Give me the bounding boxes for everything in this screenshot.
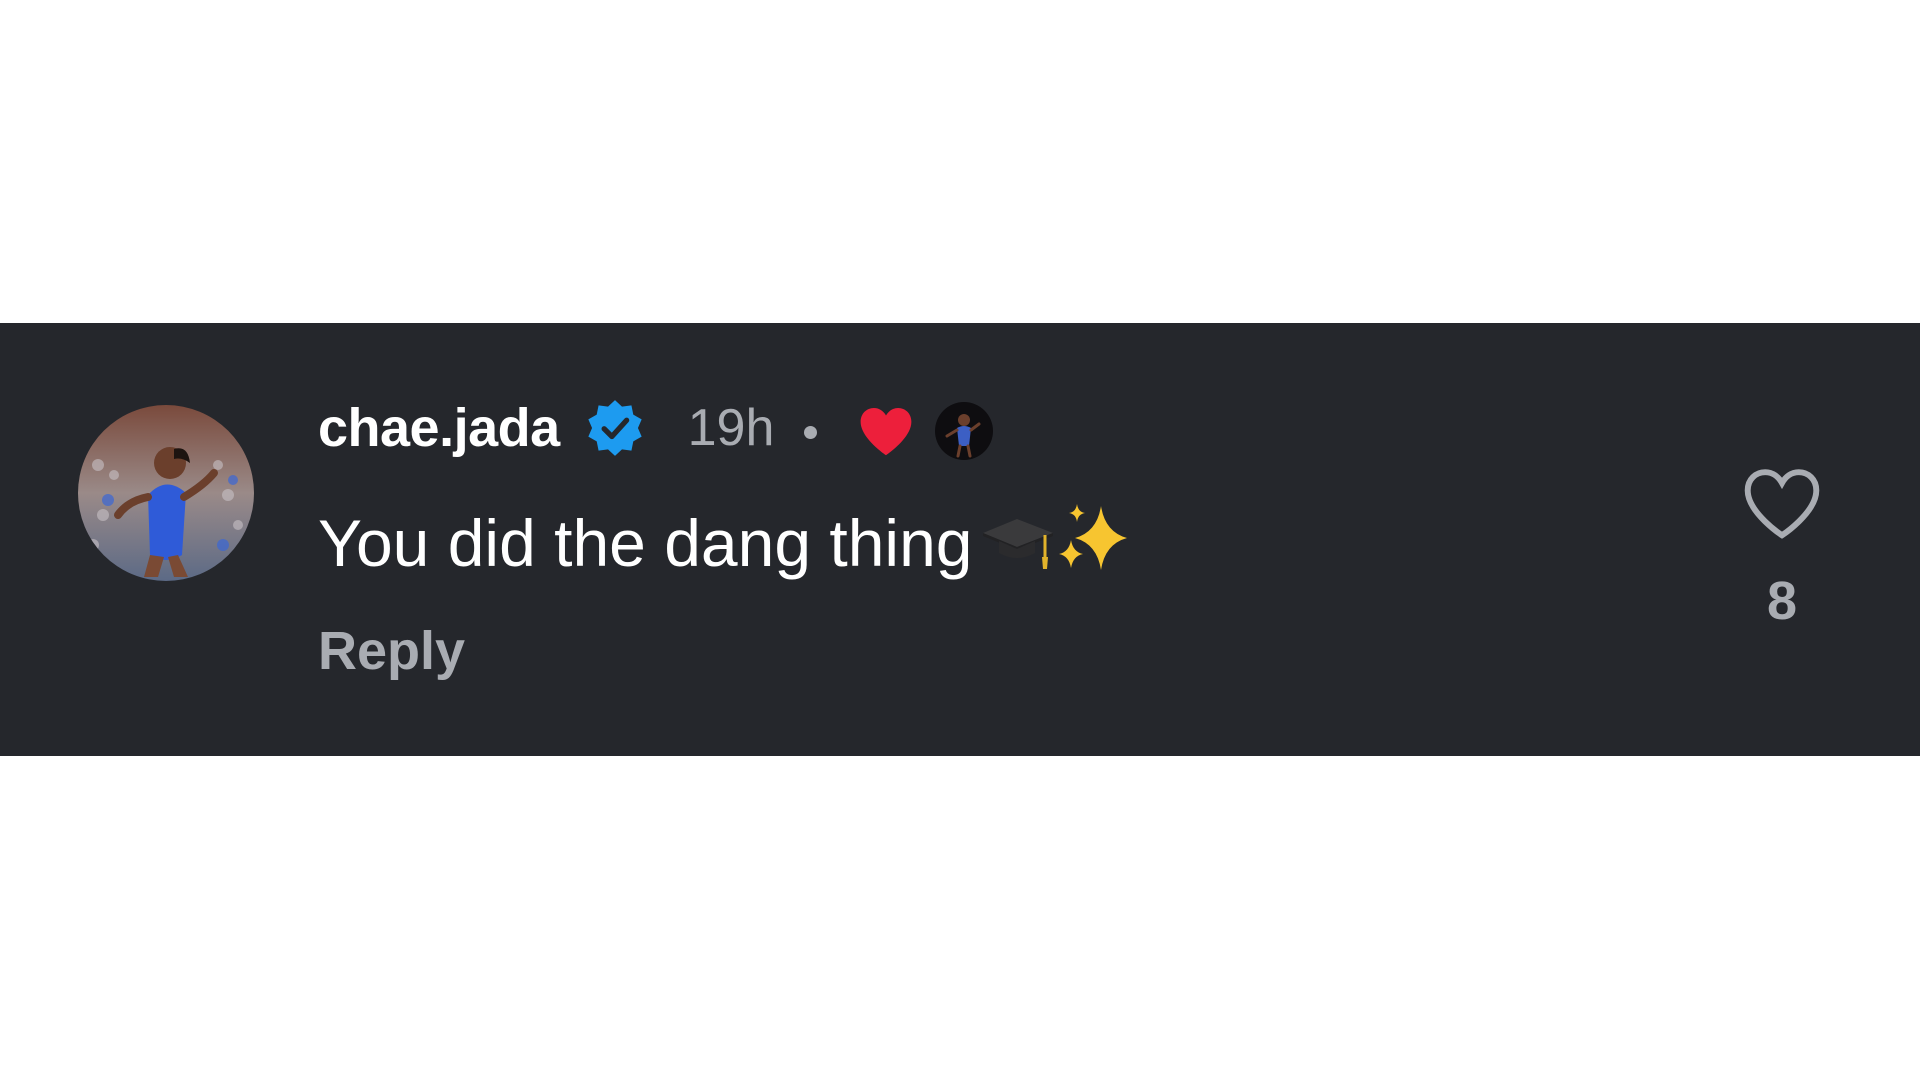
separator-dot: [804, 425, 818, 439]
comment-meta: chae.jada 19h: [318, 392, 994, 464]
creator-avatar: [935, 402, 994, 460]
graduation-cap-emoji: [982, 519, 1053, 569]
comment-body: You did the dang thing: [318, 506, 973, 580]
sparkles-emoji: [1058, 504, 1127, 570]
avatar[interactable]: [78, 405, 254, 581]
comment-text: You did the dang thing: [318, 504, 1137, 581]
verified-badge-icon: [587, 400, 642, 456]
heart-filled-icon: [861, 408, 912, 456]
reply-button[interactable]: Reply: [318, 620, 465, 682]
timestamp: 19h: [687, 399, 775, 457]
like-count: 8: [1766, 571, 1798, 631]
username[interactable]: chae.jada: [318, 397, 560, 459]
heart-outline-icon[interactable]: [1740, 464, 1824, 542]
